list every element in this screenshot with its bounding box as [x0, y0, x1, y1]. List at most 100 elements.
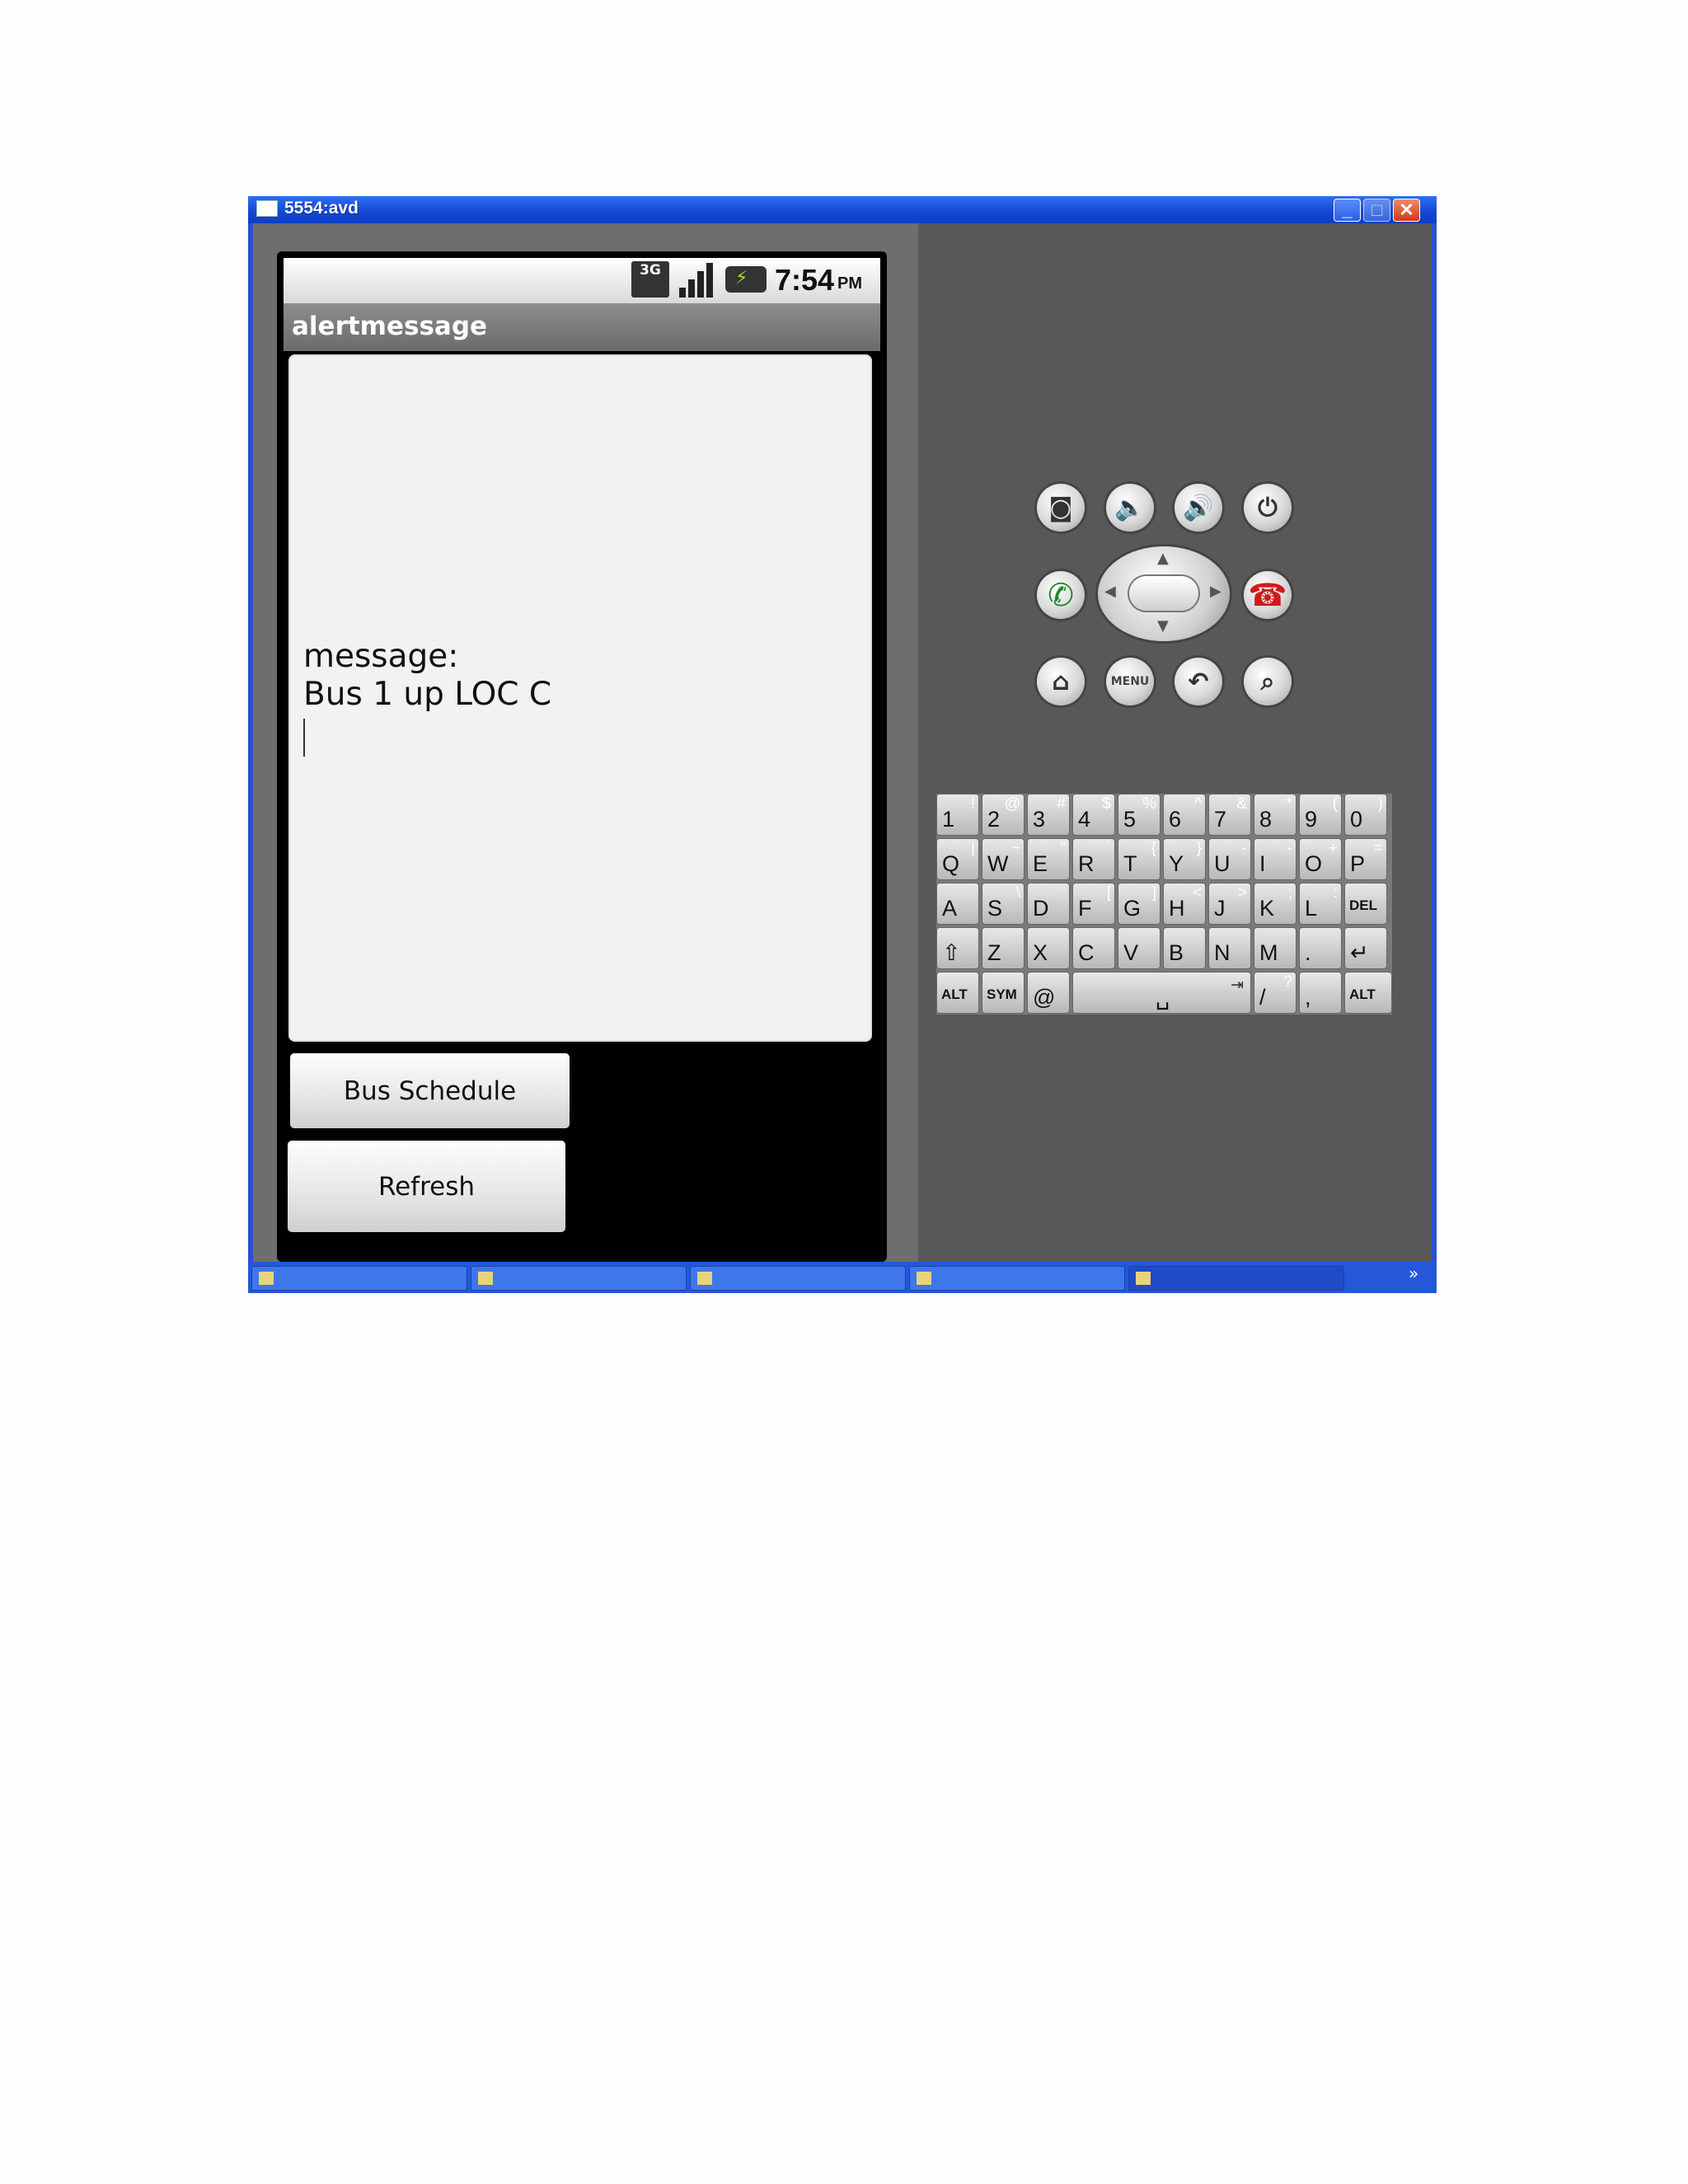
maximize-button[interactable]: □ [1363, 199, 1390, 222]
bus-schedule-button[interactable]: Bus Schedule [290, 1053, 570, 1128]
menu-button[interactable]: MENU [1106, 658, 1154, 705]
key-alt-label: * [1286, 795, 1292, 813]
key-row2-2[interactable]: E " [1027, 838, 1070, 880]
end-call-button[interactable]: ☎ [1244, 571, 1292, 619]
key-row2-7[interactable]: I- [1254, 838, 1296, 880]
key-alt-left[interactable]: ALT [936, 972, 979, 1014]
key-alt-label: + [1328, 840, 1338, 857]
key-row4-7[interactable]: M [1254, 927, 1296, 969]
search-button[interactable]: ⌕ [1244, 658, 1292, 705]
key-row2-3[interactable]: R ` [1072, 838, 1115, 880]
taskbar-overflow-icon[interactable]: » [1409, 1263, 1418, 1283]
dpad-center-button[interactable] [1129, 576, 1198, 611]
key-row4-1[interactable]: Z [982, 927, 1025, 969]
key-row3-8[interactable]: L: [1299, 883, 1342, 925]
minimize-button[interactable]: _ [1334, 199, 1361, 222]
key-row2-1[interactable]: W ~ [982, 838, 1025, 880]
key-row4-8[interactable]: . [1299, 927, 1342, 969]
key-row4-2[interactable]: X [1027, 927, 1070, 969]
dpad-down-icon[interactable]: ▼ [1157, 617, 1169, 635]
volume-down-button[interactable]: 🔈 [1106, 484, 1154, 532]
camera-button[interactable]: ◙ [1037, 484, 1085, 532]
key-alt-label: ( [1332, 795, 1338, 813]
key-label: 3 [1033, 807, 1046, 832]
key-row4-0[interactable]: ⇧ [936, 927, 979, 969]
key-row3-7[interactable]: K; [1254, 883, 1296, 925]
key-label: A [942, 896, 958, 921]
key-row3-6[interactable]: J > [1208, 883, 1251, 925]
key-row2-6[interactable]: U- [1208, 838, 1251, 880]
key-row3-2[interactable]: D ' [1027, 883, 1070, 925]
dpad[interactable]: ▲ ▼ ◀ ▶ [1098, 546, 1230, 641]
message-text: Bus 1 up LOC C [303, 676, 552, 713]
key-alt-label: ~ [1010, 840, 1020, 857]
key-row4-5[interactable]: B [1163, 927, 1206, 969]
key-row1-3[interactable]: 4 $ [1072, 794, 1115, 836]
close-icon: ✕ [1399, 199, 1414, 220]
back-button[interactable]: ↶ [1175, 658, 1222, 705]
back-icon: ↶ [1188, 667, 1209, 696]
key-row1-7[interactable]: 8 * [1254, 794, 1296, 836]
key-row3-5[interactable]: H < [1163, 883, 1206, 925]
key-row4-3[interactable]: C [1072, 927, 1115, 969]
volume-up-button[interactable]: 🔊 [1175, 484, 1222, 532]
phone-red-icon: ☎ [1248, 577, 1287, 613]
key-row1-9[interactable]: 0) [1344, 794, 1387, 836]
key-space[interactable]: ␣ ⇥ [1072, 972, 1251, 1014]
key-row4-9[interactable]: ↵ [1344, 927, 1387, 969]
key-row1-8[interactable]: 9( [1299, 794, 1342, 836]
key-alt-label: { [1151, 840, 1156, 857]
key-row3-9[interactable]: DEL [1344, 883, 1387, 925]
taskbar-item-active[interactable] [1128, 1266, 1344, 1291]
key-row1-5[interactable]: 6 ^ [1163, 794, 1206, 836]
key-row2-8[interactable]: O + [1299, 838, 1342, 880]
camera-icon: ◙ [1048, 493, 1073, 523]
key-alt-right[interactable]: ALT [1344, 972, 1392, 1014]
close-button[interactable]: ✕ [1393, 199, 1420, 222]
key-sym[interactable]: SYM [982, 972, 1025, 1014]
message-label: message: [303, 638, 459, 675]
dpad-up-icon[interactable]: ▲ [1157, 550, 1169, 567]
call-button[interactable]: ✆ [1037, 571, 1085, 619]
key-row1-6[interactable]: 7 & [1208, 794, 1251, 836]
dpad-right-icon[interactable]: ▶ [1210, 583, 1221, 600]
taskbar-item[interactable] [471, 1266, 687, 1291]
key-row3-4[interactable]: G] [1118, 883, 1160, 925]
key-alt-label: ! [970, 795, 975, 813]
taskbar-item[interactable] [909, 1266, 1125, 1291]
key-row1-4[interactable]: 5% [1118, 794, 1160, 836]
key-comma[interactable]: , [1299, 972, 1342, 1014]
document-icon [917, 1272, 931, 1285]
key-row3-0[interactable]: A [936, 883, 979, 925]
taskbar-item[interactable] [251, 1266, 467, 1291]
message-text-area[interactable]: message: Bus 1 up LOC C [288, 354, 872, 1042]
key-label: ⇧ [942, 940, 961, 965]
key-row3-1[interactable]: S \ [982, 883, 1025, 925]
key-row2-4[interactable]: T{ [1118, 838, 1160, 880]
home-button[interactable]: ⌂ [1037, 658, 1085, 705]
title-bar[interactable]: 5554:avd _ □ ✕ [248, 196, 1437, 223]
key-label: B [1169, 940, 1184, 965]
key-row2-0[interactable]: Q | [936, 838, 979, 880]
key-slash[interactable]: /? [1254, 972, 1296, 1014]
key-row4-4[interactable]: V [1118, 927, 1160, 969]
clock-ampm: PM [837, 274, 862, 293]
key-row4-6[interactable]: N [1208, 927, 1251, 969]
key-alt-label: ' [1062, 884, 1066, 902]
key-row1-0[interactable]: 1! [936, 794, 979, 836]
dpad-left-icon[interactable]: ◀ [1104, 583, 1116, 600]
refresh-button[interactable]: Refresh [288, 1141, 565, 1232]
key-row2-5[interactable]: Y} [1163, 838, 1206, 880]
key-row2-9[interactable]: P = [1344, 838, 1387, 880]
key-alt-label: [ [1106, 884, 1111, 902]
key-label: J [1214, 896, 1226, 921]
phone-green-icon: ✆ [1048, 577, 1074, 613]
taskbar-item[interactable] [690, 1266, 906, 1291]
key-row1-1[interactable]: 2 @ [982, 794, 1025, 836]
power-button[interactable]: ⏻ [1244, 484, 1292, 532]
key-row1-2[interactable]: 3 # [1027, 794, 1070, 836]
key-row3-3[interactable]: F[ [1072, 883, 1115, 925]
key-at[interactable]: @ [1027, 972, 1070, 1014]
windows-taskbar: » [248, 1262, 1437, 1293]
search-icon: ⌕ [1260, 667, 1275, 696]
